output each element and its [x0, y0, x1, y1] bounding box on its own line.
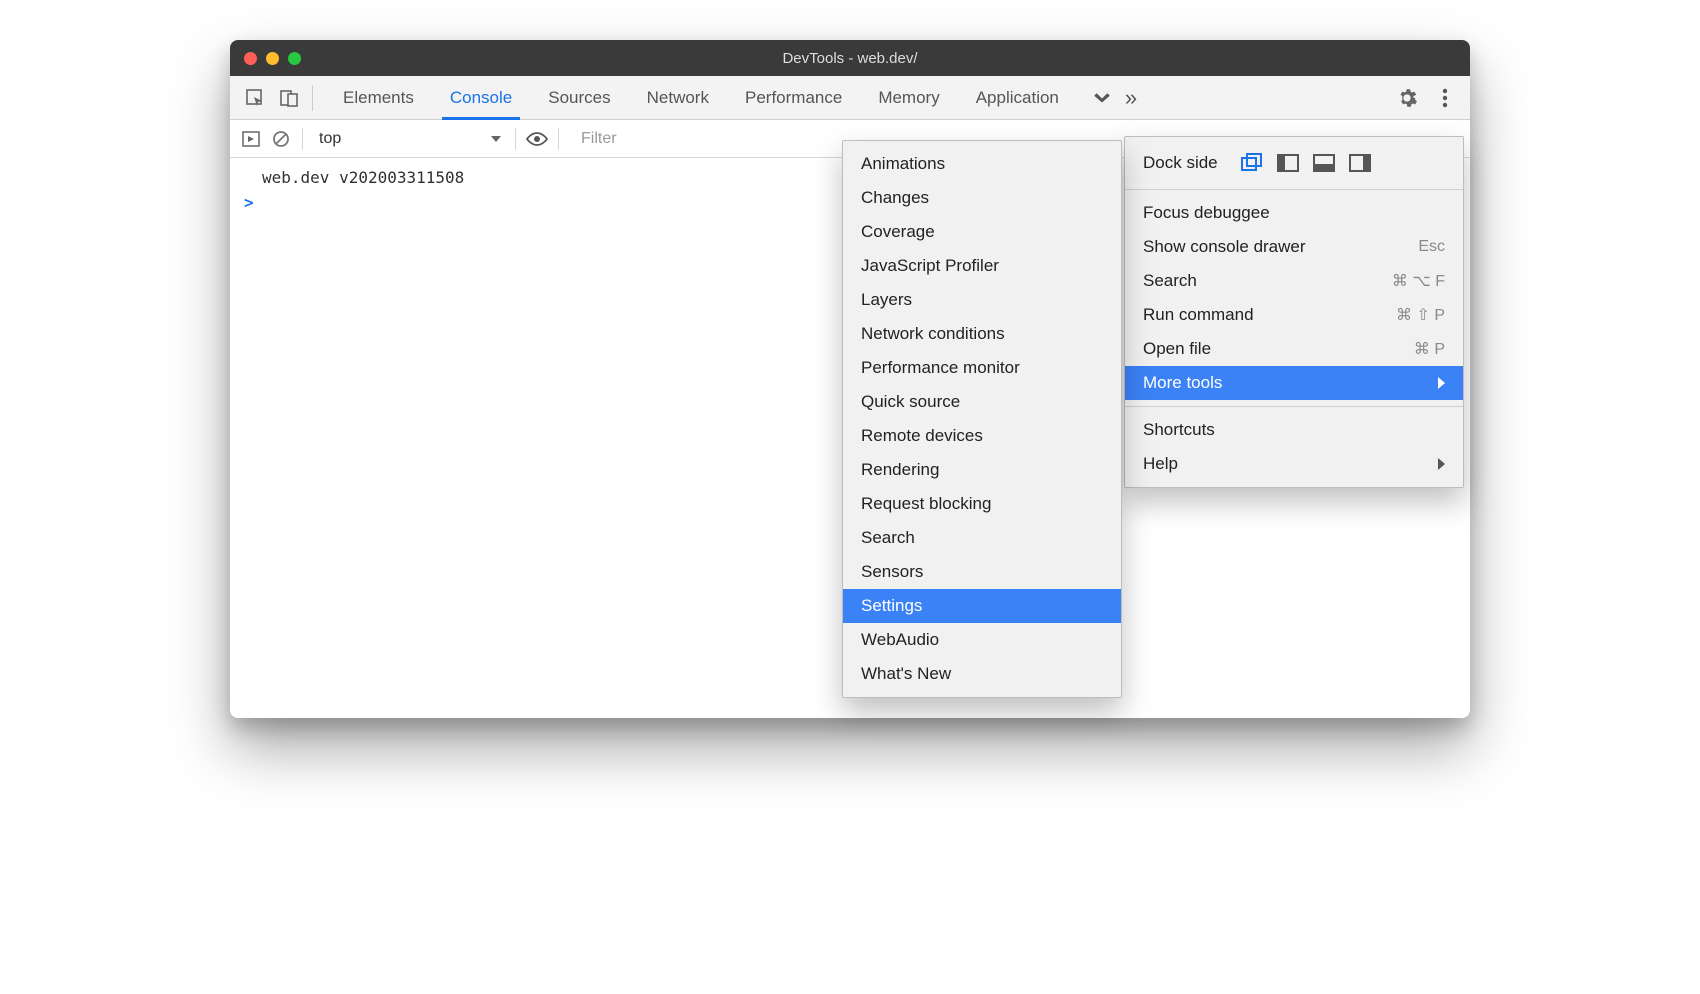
submenu-item-layers[interactable]: Layers — [843, 283, 1121, 317]
context-selector-value: top — [319, 130, 341, 148]
more-tools-submenu: Animations Changes Coverage JavaScript Prof… — [842, 140, 1122, 698]
window-zoom-button[interactable] — [288, 52, 301, 65]
submenu-item-label: Layers — [861, 290, 912, 310]
context-selector[interactable]: top — [309, 125, 509, 153]
submenu-item-label: Changes — [861, 188, 929, 208]
tab-memory[interactable]: Memory — [860, 76, 957, 119]
clear-console-icon[interactable] — [266, 124, 296, 154]
live-expression-eye-icon[interactable] — [522, 124, 552, 154]
traffic-lights — [244, 52, 301, 65]
submenu-item-label: Coverage — [861, 222, 935, 242]
submenu-item-quick-source[interactable]: Quick source — [843, 385, 1121, 419]
tab-elements[interactable]: Elements — [325, 76, 432, 119]
menu-show-console-drawer[interactable]: Show console drawer Esc — [1125, 230, 1463, 264]
submenu-item-javascript-profiler[interactable]: JavaScript Profiler — [843, 249, 1121, 283]
titlebar: DevTools - web.dev/ — [230, 40, 1470, 76]
toggle-sidebar-icon[interactable] — [236, 124, 266, 154]
window-minimize-button[interactable] — [266, 52, 279, 65]
menu-shortcuts[interactable]: Shortcuts — [1125, 413, 1463, 447]
settings-gear-icon[interactable] — [1390, 81, 1424, 115]
devtools-window: DevTools - web.dev/ Elements Console Sou… — [230, 40, 1470, 718]
menu-item-label: Show console drawer — [1143, 237, 1306, 257]
submenu-item-request-blocking[interactable]: Request blocking — [843, 487, 1121, 521]
submenu-arrow-icon — [1438, 377, 1445, 389]
submenu-item-label: WebAudio — [861, 630, 939, 650]
menu-item-label: Run command — [1143, 305, 1254, 325]
menu-item-label: Search — [1143, 271, 1197, 291]
submenu-item-what-s-new[interactable]: What's New — [843, 657, 1121, 691]
filter-input[interactable] — [571, 125, 831, 153]
menu-separator — [1125, 189, 1463, 190]
menu-item-label: Focus debuggee — [1143, 203, 1270, 223]
submenu-item-label: Request blocking — [861, 494, 991, 514]
dock-side-row: Dock side — [1125, 143, 1463, 183]
menu-item-shortcut: ⌘ P — [1414, 339, 1445, 359]
submenu-item-settings[interactable]: Settings — [843, 589, 1121, 623]
inspect-element-icon[interactable] — [238, 81, 272, 115]
divider — [302, 128, 303, 150]
menu-item-label: Open file — [1143, 339, 1211, 359]
main-menu: Dock side Focus debuggee — [1124, 136, 1464, 488]
tab-sources[interactable]: Sources — [530, 76, 628, 119]
submenu-item-rendering[interactable]: Rendering — [843, 453, 1121, 487]
menu-separator — [1125, 406, 1463, 407]
submenu-item-animations[interactable]: Animations — [843, 147, 1121, 181]
window-title: DevTools - web.dev/ — [230, 50, 1470, 67]
caret-down-icon — [491, 136, 501, 142]
menu-focus-debuggee[interactable]: Focus debuggee — [1125, 196, 1463, 230]
menu-item-shortcut: Esc — [1418, 238, 1445, 256]
menu-search[interactable]: Search ⌘ ⌥ F — [1125, 264, 1463, 298]
submenu-item-label: Search — [861, 528, 915, 548]
submenu-item-coverage[interactable]: Coverage — [843, 215, 1121, 249]
submenu-item-label: Sensors — [861, 562, 923, 582]
panel-tabs: Elements Console Sources Network Perform… — [325, 76, 1077, 119]
menu-item-shortcut: ⌘ ⌥ F — [1392, 271, 1445, 291]
submenu-item-label: Settings — [861, 596, 922, 616]
divider — [312, 85, 313, 111]
overflow-tabs-icon[interactable]: » — [1125, 85, 1137, 111]
submenu-item-label: JavaScript Profiler — [861, 256, 999, 276]
divider — [515, 128, 516, 150]
submenu-arrow-icon — [1438, 458, 1445, 470]
submenu-item-label: Animations — [861, 154, 945, 174]
submenu-item-sensors[interactable]: Sensors — [843, 555, 1121, 589]
menu-item-label: Help — [1143, 454, 1178, 474]
more-tabs-chevrons-icon[interactable] — [1089, 81, 1123, 115]
submenu-item-changes[interactable]: Changes — [843, 181, 1121, 215]
dock-undock-icon[interactable] — [1240, 152, 1264, 174]
submenu-item-label: Rendering — [861, 460, 939, 480]
submenu-item-remote-devices[interactable]: Remote devices — [843, 419, 1121, 453]
tab-network[interactable]: Network — [629, 76, 727, 119]
dock-bottom-icon[interactable] — [1312, 152, 1336, 174]
menu-help[interactable]: Help — [1125, 447, 1463, 481]
tab-performance[interactable]: Performance — [727, 76, 860, 119]
submenu-item-label: Performance monitor — [861, 358, 1020, 378]
tab-console[interactable]: Console — [432, 76, 530, 119]
window-close-button[interactable] — [244, 52, 257, 65]
submenu-item-search[interactable]: Search — [843, 521, 1121, 555]
submenu-item-performance-monitor[interactable]: Performance monitor — [843, 351, 1121, 385]
menu-item-label: More tools — [1143, 373, 1222, 393]
menu-open-file[interactable]: Open file ⌘ P — [1125, 332, 1463, 366]
submenu-item-label: What's New — [861, 664, 951, 684]
toggle-device-toolbar-icon[interactable] — [272, 81, 306, 115]
dock-right-icon[interactable] — [1348, 152, 1372, 174]
submenu-item-webaudio[interactable]: WebAudio — [843, 623, 1121, 657]
submenu-item-network-conditions[interactable]: Network conditions — [843, 317, 1121, 351]
menu-run-command[interactable]: Run command ⌘ ⇧ P — [1125, 298, 1463, 332]
submenu-item-label: Quick source — [861, 392, 960, 412]
devtools-tabsbar: Elements Console Sources Network Perform… — [230, 76, 1470, 120]
menu-item-label: Shortcuts — [1143, 420, 1215, 440]
tab-application[interactable]: Application — [958, 76, 1077, 119]
kebab-menu-icon[interactable] — [1428, 81, 1462, 115]
dock-side-label: Dock side — [1143, 153, 1218, 173]
menu-item-shortcut: ⌘ ⇧ P — [1396, 305, 1445, 325]
dock-left-icon[interactable] — [1276, 152, 1300, 174]
divider — [558, 128, 559, 150]
submenu-item-label: Network conditions — [861, 324, 1005, 344]
submenu-item-label: Remote devices — [861, 426, 983, 446]
menu-more-tools[interactable]: More tools — [1125, 366, 1463, 400]
